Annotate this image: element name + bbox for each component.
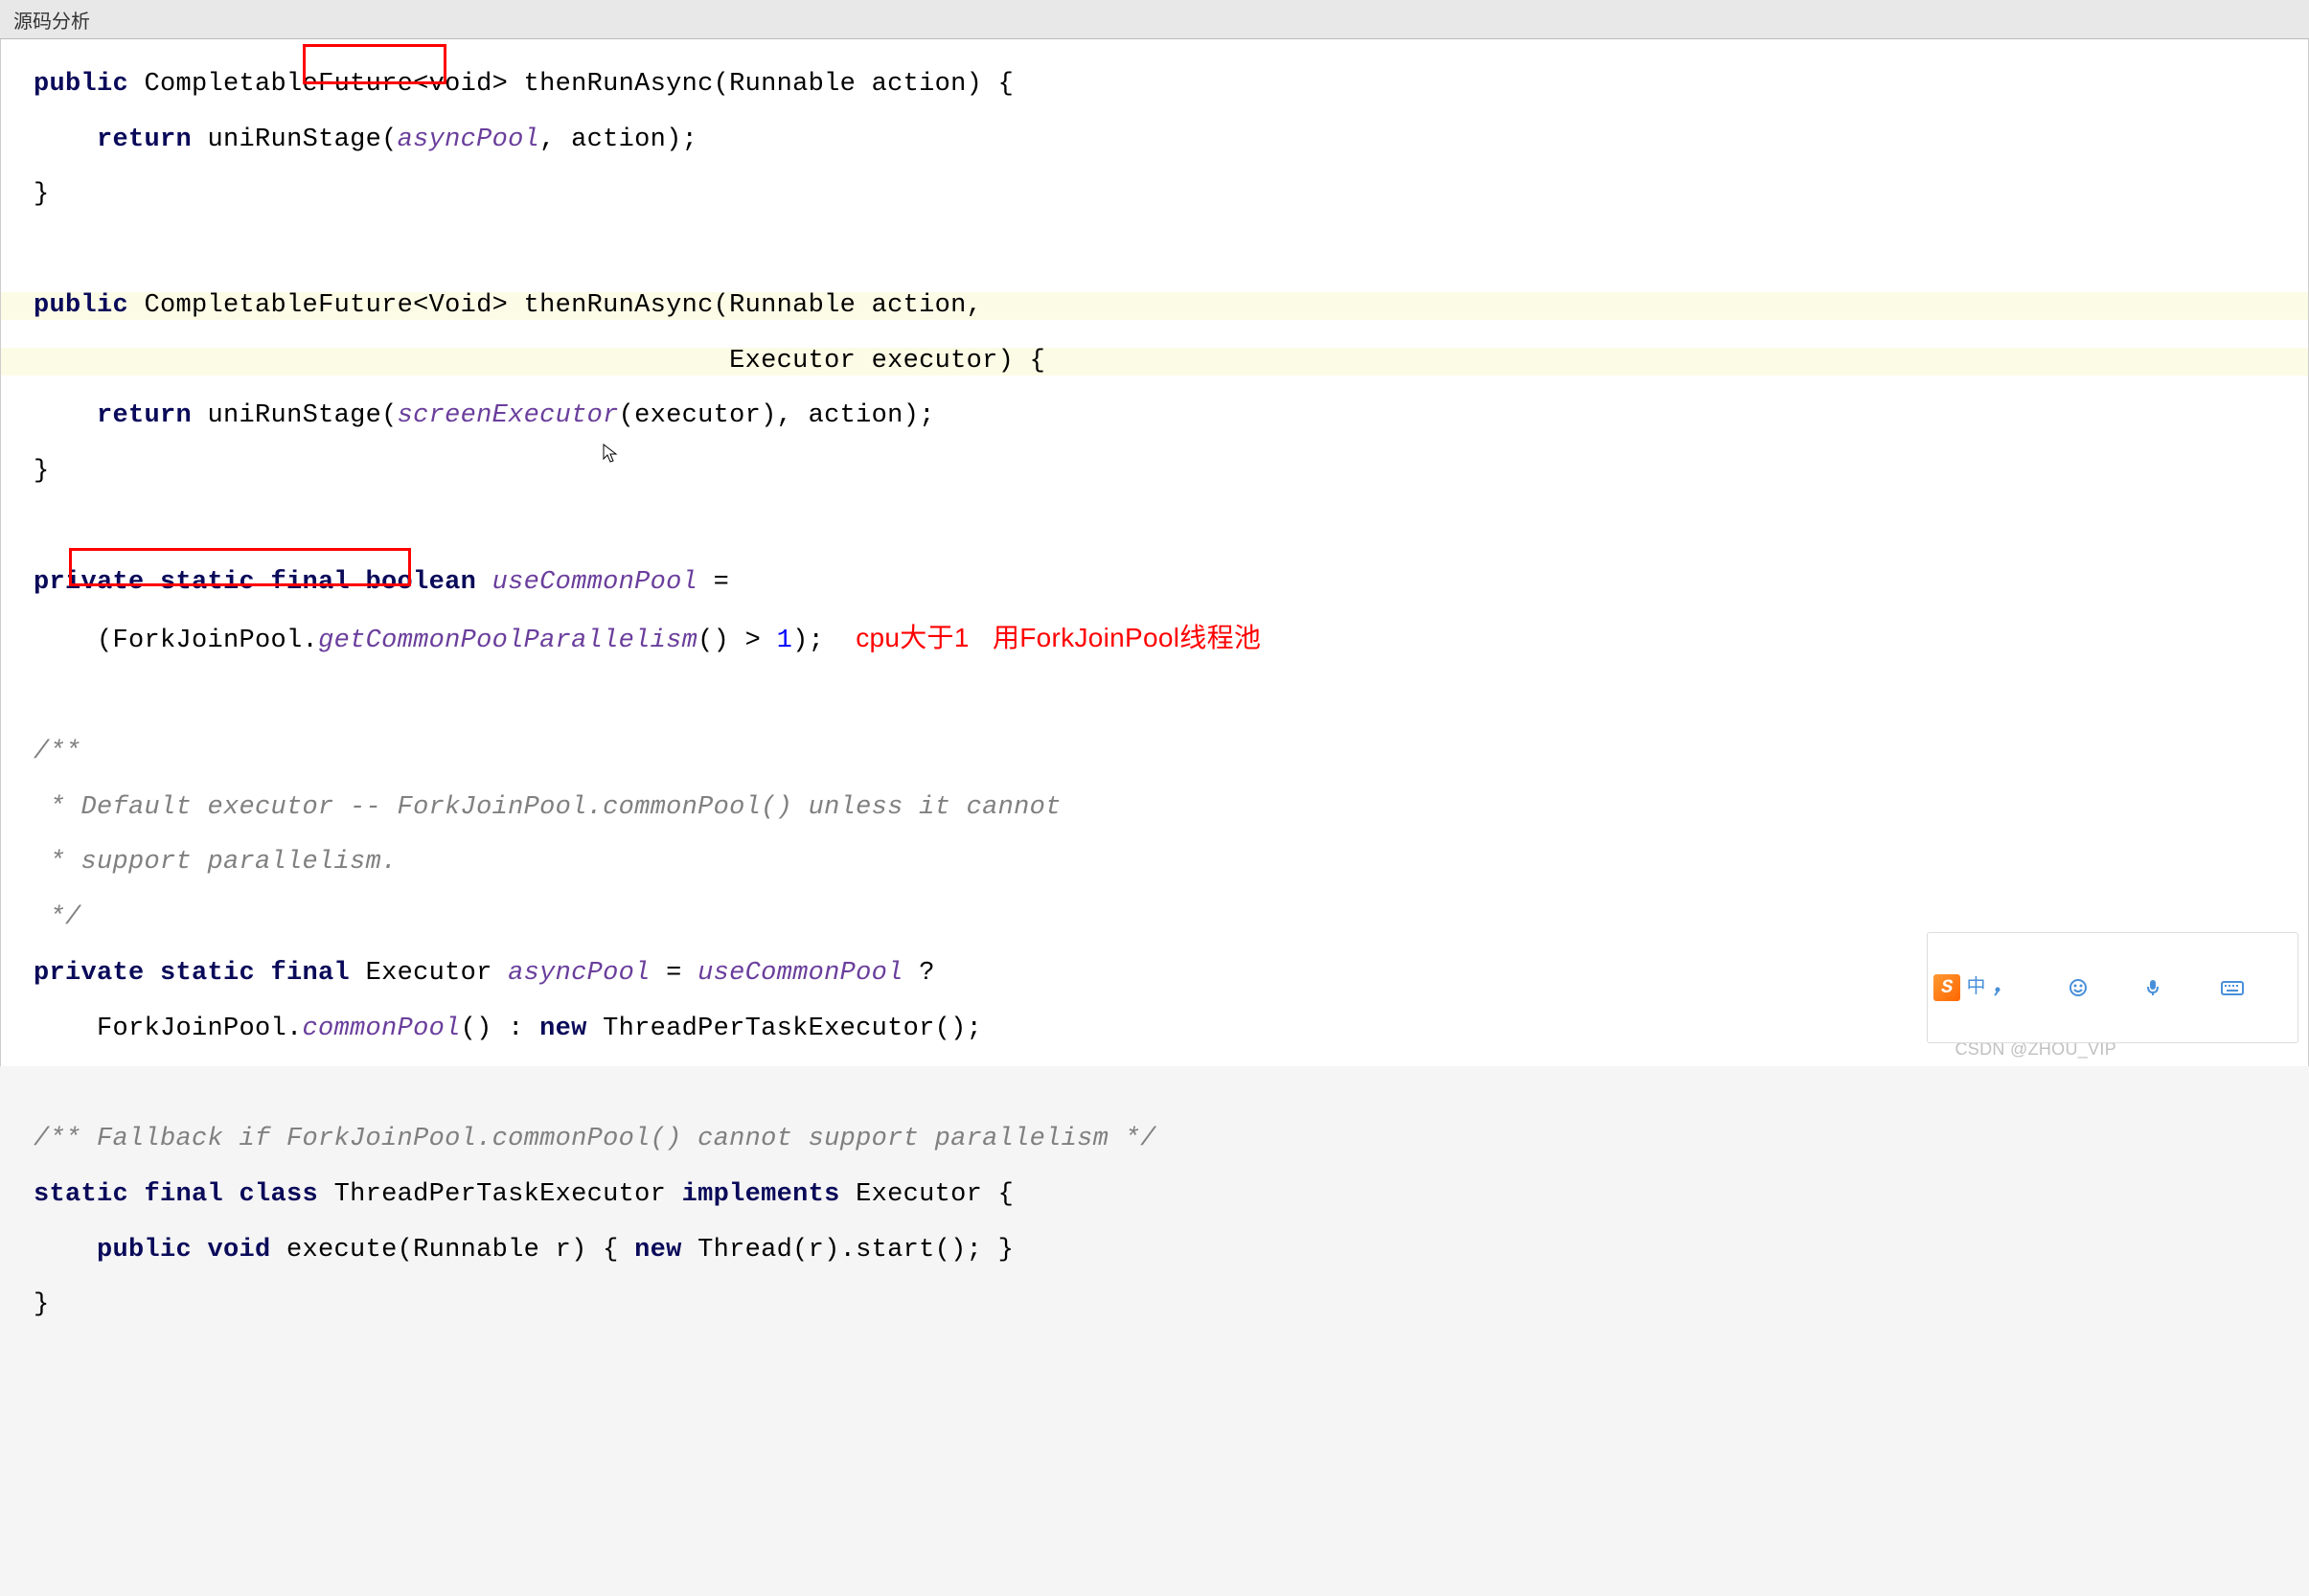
code-text: CompletableFuture<void> thenRunAsync(Run… (128, 70, 1014, 99)
code-text: Thread(r).start(); } (682, 1236, 1015, 1265)
code-text: } (34, 457, 50, 486)
keyword: static final class (34, 1180, 318, 1209)
comment: * support parallelism. (34, 848, 398, 877)
code-editor[interactable]: public CompletableFuture<void> thenRunAs… (0, 39, 2309, 1066)
ime-toolbar[interactable]: S 中 (1927, 932, 2298, 1043)
code-text: = (651, 959, 698, 988)
code-text: execute(Runnable r) { (271, 1236, 635, 1265)
ime-emoji-icon[interactable] (2069, 937, 2139, 1038)
keyword: return (97, 401, 192, 430)
code-text: uniRunStage( (192, 125, 398, 154)
ime-punct-icon[interactable] (1992, 938, 2063, 1037)
tab-bar: 源码分析 (0, 0, 2309, 39)
code-text: = (697, 568, 729, 597)
keyword: public (34, 70, 128, 99)
code-text: uniRunStage( (192, 401, 398, 430)
keyword: public (34, 291, 128, 320)
field-declaration: asyncPool (508, 959, 651, 988)
keyword: new (634, 1236, 682, 1265)
ime-language[interactable]: 中 (1966, 978, 1985, 998)
keyword: implements (682, 1180, 840, 1209)
code-text: (ForkJoinPool. (34, 627, 318, 655)
code-text: ); (792, 627, 824, 655)
comment: /** Fallback if ForkJoinPool.commonPool(… (34, 1125, 1156, 1153)
code-text: Executor executor) { (34, 347, 1045, 376)
method-reference: getCommonPoolParallelism (318, 627, 697, 655)
code-text: } (34, 180, 50, 209)
code-text: ThreadPerTaskExecutor(); (587, 1015, 983, 1043)
code-text: , action); (539, 125, 697, 154)
number-literal: 1 (777, 627, 793, 655)
field-declaration: useCommonPool (476, 568, 697, 597)
code-text: () > (697, 627, 777, 655)
code-text: () : (461, 1015, 540, 1043)
ime-mic-icon[interactable] (2144, 937, 2215, 1038)
code-text: ThreadPerTaskExecutor (318, 1180, 682, 1209)
comment: * Default executor -- ForkJoinPool.commo… (34, 793, 1062, 822)
code-text: Executor { (840, 1180, 1015, 1209)
code-text: (executor), action); (619, 401, 935, 430)
field-reference: screenExecutor (398, 401, 619, 430)
code-text: CompletableFuture<Void> thenRunAsync(Run… (128, 291, 982, 320)
code-text: } (34, 1290, 50, 1319)
ime-keyboard-icon[interactable] (2221, 938, 2292, 1037)
annotation-text: cpu大于1 用ForkJoinPool线程池 (856, 623, 1261, 652)
code-text: Executor (350, 959, 508, 988)
field-reference: asyncPool (398, 125, 540, 154)
tab-title[interactable]: 源码分析 (13, 11, 90, 33)
field-reference: useCommonPool (697, 959, 903, 988)
keyword: private static final boolean (34, 568, 476, 597)
code-text: ? (903, 959, 935, 988)
keyword: public void (97, 1236, 271, 1265)
comment: /** (34, 738, 81, 766)
ime-logo-icon[interactable]: S (1933, 974, 1960, 1001)
method-reference: commonPool (303, 1015, 461, 1043)
code-text: ForkJoinPool. (34, 1015, 303, 1043)
keyword: private static final (34, 959, 350, 988)
keyword: return (97, 125, 192, 154)
keyword: new (539, 1015, 587, 1043)
comment: */ (34, 903, 81, 932)
